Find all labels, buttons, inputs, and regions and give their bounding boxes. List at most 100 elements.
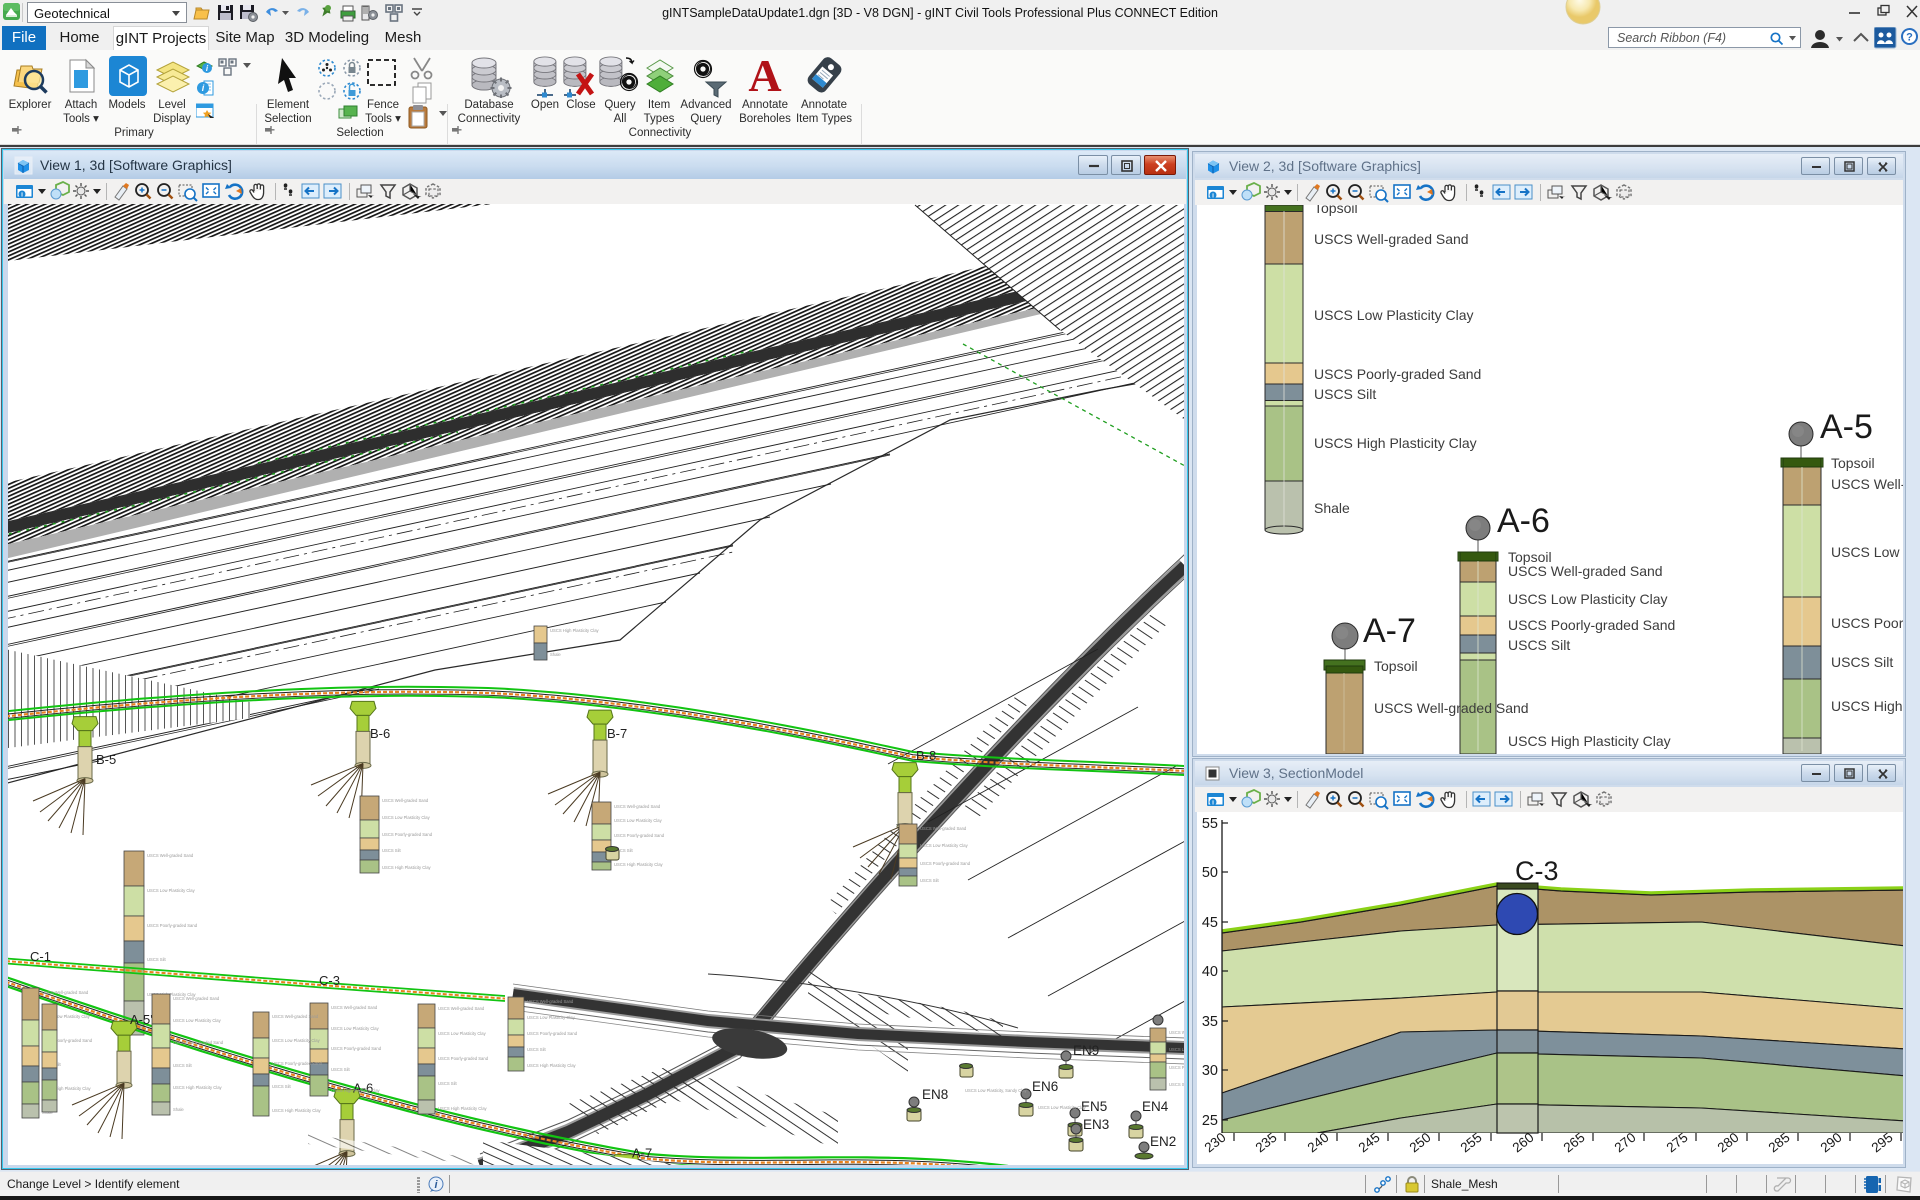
svg-text:USCS Poorly: USCS Poorly — [1831, 615, 1903, 631]
svg-text:USCS Low Plasticity Clay: USCS Low Plasticity Clay — [920, 843, 969, 848]
svg-text:USCS High Plasticity Clay: USCS High Plasticity Clay — [1508, 733, 1671, 749]
svg-text:USCS Silt: USCS Silt — [1169, 1082, 1184, 1087]
svg-text:USCS Low Plasticity Clay: USCS Low Plasticity Clay — [173, 1018, 222, 1023]
svg-text:USCS Poorly-graded Sand: USCS Poorly-graded Sand — [920, 861, 971, 866]
svg-text:i: i — [1212, 800, 1214, 807]
svg-text:USCS Well-graded Sand: USCS Well-graded Sand — [173, 996, 220, 1001]
svg-text:i: i — [1212, 193, 1214, 200]
svg-text:USCS Silt: USCS Silt — [920, 878, 939, 883]
svg-text:B-7: B-7 — [607, 726, 627, 741]
svg-text:USCS Well-g: USCS Well-g — [1831, 476, 1903, 492]
svg-text:USCS Low Plasticity Clay: USCS Low Plasticity Clay — [1508, 591, 1668, 607]
svg-text:EN8: EN8 — [922, 1087, 948, 1102]
svg-text:USCS High F: USCS High F — [1831, 698, 1903, 714]
svg-text:B-8: B-8 — [916, 748, 936, 763]
svg-text:EN6: EN6 — [1032, 1079, 1058, 1094]
svg-text:35: 35 — [1202, 1014, 1218, 1030]
svg-text:USCS High Plasticity Clay: USCS High Plasticity Clay — [527, 1063, 577, 1068]
svg-text:USCS Poorly-graded Sand: USCS Poorly-graded Sand — [1314, 366, 1481, 382]
svg-text:USCS Low Plasticity Clay: USCS Low Plasticity Clay — [614, 818, 663, 823]
svg-text:B-5: B-5 — [96, 752, 116, 767]
svg-text:USCS Well-graded Sand: USCS Well-graded Sand — [1374, 700, 1529, 716]
svg-text:C-3: C-3 — [1515, 856, 1559, 886]
svg-text:40: 40 — [1202, 964, 1218, 980]
svg-text:C-1: C-1 — [30, 949, 51, 964]
svg-text:USCS Low Plasticity Clay: USCS Low Plasticity Clay — [1314, 307, 1474, 323]
svg-text:USCS Poorly-graded Sand: USCS Poorly-graded Sand — [147, 923, 198, 928]
svg-text:USCS Well-graded Sand: USCS Well-graded Sand — [614, 804, 661, 809]
svg-text:45: 45 — [1202, 915, 1218, 931]
svg-text:USCS Low Plasticity Clay: USCS Low Plasticity Clay — [438, 1031, 487, 1036]
svg-text:USCS Well-graded Sand: USCS Well-graded Sand — [382, 798, 429, 803]
svg-text:USCS High Plasticity Clay: USCS High Plasticity Clay — [614, 862, 664, 867]
svg-text:Topsoil: Topsoil — [1374, 658, 1418, 674]
svg-text:USCS Well-graded Sand: USCS Well-graded Sand — [1508, 563, 1663, 579]
svg-text:25: 25 — [1202, 1113, 1218, 1129]
svg-text:A-7: A-7 — [632, 1146, 652, 1161]
svg-text:EN4: EN4 — [1142, 1099, 1169, 1114]
svg-text:Shale: Shale — [173, 1107, 184, 1112]
svg-text:USCS Silt: USCS Silt — [527, 1047, 546, 1052]
svg-text:USCS Well-graded Sand: USCS Well-graded Sand — [331, 1005, 378, 1010]
svg-text:USCS High Plasticity Clay: USCS High Plasticity Clay — [382, 865, 432, 870]
svg-text:USCS Low P: USCS Low P — [1831, 544, 1903, 560]
svg-text:USCS Well-graded Sand: USCS Well-graded Sand — [147, 853, 194, 858]
svg-text:USCS Low Plasticity Clay: USCS Low Plasticity Clay — [1038, 1105, 1087, 1110]
svg-text:USCS Silt: USCS Silt — [382, 848, 401, 853]
svg-text:USCS Silt: USCS Silt — [1831, 654, 1893, 670]
svg-text:USCS Low Plasticity Clay: USCS Low Plasticity Clay — [1169, 1047, 1184, 1052]
svg-text:USCS Silt: USCS Silt — [147, 957, 166, 962]
svg-text:EN3: EN3 — [1083, 1117, 1109, 1132]
svg-text:USCS Well-graded Sand: USCS Well-graded Sand — [272, 1014, 319, 1019]
svg-text:USCS Poorly-graded Sand: USCS Poorly-graded Sand — [382, 832, 433, 837]
svg-text:A-7: A-7 — [1363, 612, 1416, 650]
svg-text:USCS Poorly-graded Sand: USCS Poorly-graded Sand — [1508, 617, 1675, 633]
svg-text:EN2: EN2 — [1150, 1134, 1176, 1149]
svg-text:USCS High Plasticity Clay: USCS High Plasticity Clay — [1314, 435, 1477, 451]
svg-text:USCS Poorly-graded Sand: USCS Poorly-graded Sand — [527, 1031, 578, 1036]
svg-text:USCS Silt: USCS Silt — [272, 1084, 291, 1089]
svg-text:A-5': A-5' — [130, 1012, 153, 1027]
svg-text:USCS High Plasticity Clay: USCS High Plasticity Clay — [272, 1108, 322, 1113]
svg-text:?: ? — [1906, 32, 1913, 44]
svg-text:USCS Silt: USCS Silt — [1508, 637, 1570, 653]
svg-text:Shale: Shale — [550, 652, 561, 657]
svg-text:USCS Well-graded Sand: USCS Well-graded Sand — [438, 1006, 485, 1011]
svg-text:Topsoil: Topsoil — [1831, 455, 1875, 471]
svg-text:USCS Silt: USCS Silt — [438, 1081, 457, 1086]
svg-text:USCS Silt: USCS Silt — [331, 1067, 350, 1072]
svg-text:USCS Low Plasticity Clay: USCS Low Plasticity Clay — [147, 888, 196, 893]
svg-text:USCS Poorly-graded Sand: USCS Poorly-graded Sand — [331, 1046, 382, 1051]
svg-text:USCS Low Plasticity Clay: USCS Low Plasticity Clay — [527, 1015, 576, 1020]
svg-text:USCS Low Plasticity Clay: USCS Low Plasticity Clay — [272, 1038, 321, 1043]
svg-text:A-6: A-6 — [1497, 502, 1550, 540]
svg-text:USCS Low Plasticity Clay: USCS Low Plasticity Clay — [382, 815, 431, 820]
svg-text:USCS Poorly-graded Sand: USCS Poorly-graded Sand — [1169, 1065, 1184, 1070]
svg-text:USCS Poorly-graded Sand: USCS Poorly-graded Sand — [173, 1040, 224, 1045]
svg-text:Topsoil: Topsoil — [1314, 205, 1358, 216]
svg-text:USCS Poorly-graded Sand: USCS Poorly-graded Sand — [272, 1061, 323, 1066]
svg-text:USCS Low Plasticity, Sandy Cla: USCS Low Plasticity, Sandy Clay — [965, 1088, 1028, 1093]
svg-text:C-3: C-3 — [319, 973, 340, 988]
svg-text:USCS Well-graded Sand: USCS Well-graded Sand — [920, 826, 967, 831]
svg-text:USCS Poorly-graded Sand: USCS Poorly-graded Sand — [614, 833, 665, 838]
svg-text:USCS Well-graded Sand: USCS Well-graded Sand — [42, 990, 89, 995]
svg-text:A-5: A-5 — [1820, 408, 1873, 446]
svg-text:USCS High Plasticity Clay: USCS High Plasticity Clay — [438, 1106, 488, 1111]
svg-text:30: 30 — [1202, 1063, 1218, 1079]
svg-text:USCS Silt: USCS Silt — [1314, 386, 1376, 402]
svg-text:USCS Silt: USCS Silt — [173, 1063, 192, 1068]
svg-text:USCS Well-graded Sand: USCS Well-graded Sand — [1314, 231, 1469, 247]
svg-text:USCS High Plasticity Clay: USCS High Plasticity Clay — [550, 628, 600, 633]
svg-text:USCS High Plasticity Clay: USCS High Plasticity Clay — [173, 1085, 223, 1090]
svg-text:55: 55 — [1202, 816, 1218, 832]
svg-text:B-6: B-6 — [370, 726, 390, 741]
svg-text:EN9: EN9 — [1073, 1043, 1099, 1058]
svg-text:Shale: Shale — [1314, 500, 1350, 516]
svg-text:USCS Poorly-graded Sand: USCS Poorly-graded Sand — [438, 1056, 489, 1061]
svg-text:USCS Well-graded Sand: USCS Well-graded Sand — [527, 999, 574, 1004]
svg-text:USCS Low Plasticity Clay: USCS Low Plasticity Clay — [331, 1026, 380, 1031]
svg-text:USCS Well-graded Sand: USCS Well-graded Sand — [1169, 1030, 1184, 1035]
svg-text:50: 50 — [1202, 865, 1218, 881]
svg-text:USCS High Plasticity Clay: USCS High Plasticity Clay — [331, 1088, 381, 1093]
